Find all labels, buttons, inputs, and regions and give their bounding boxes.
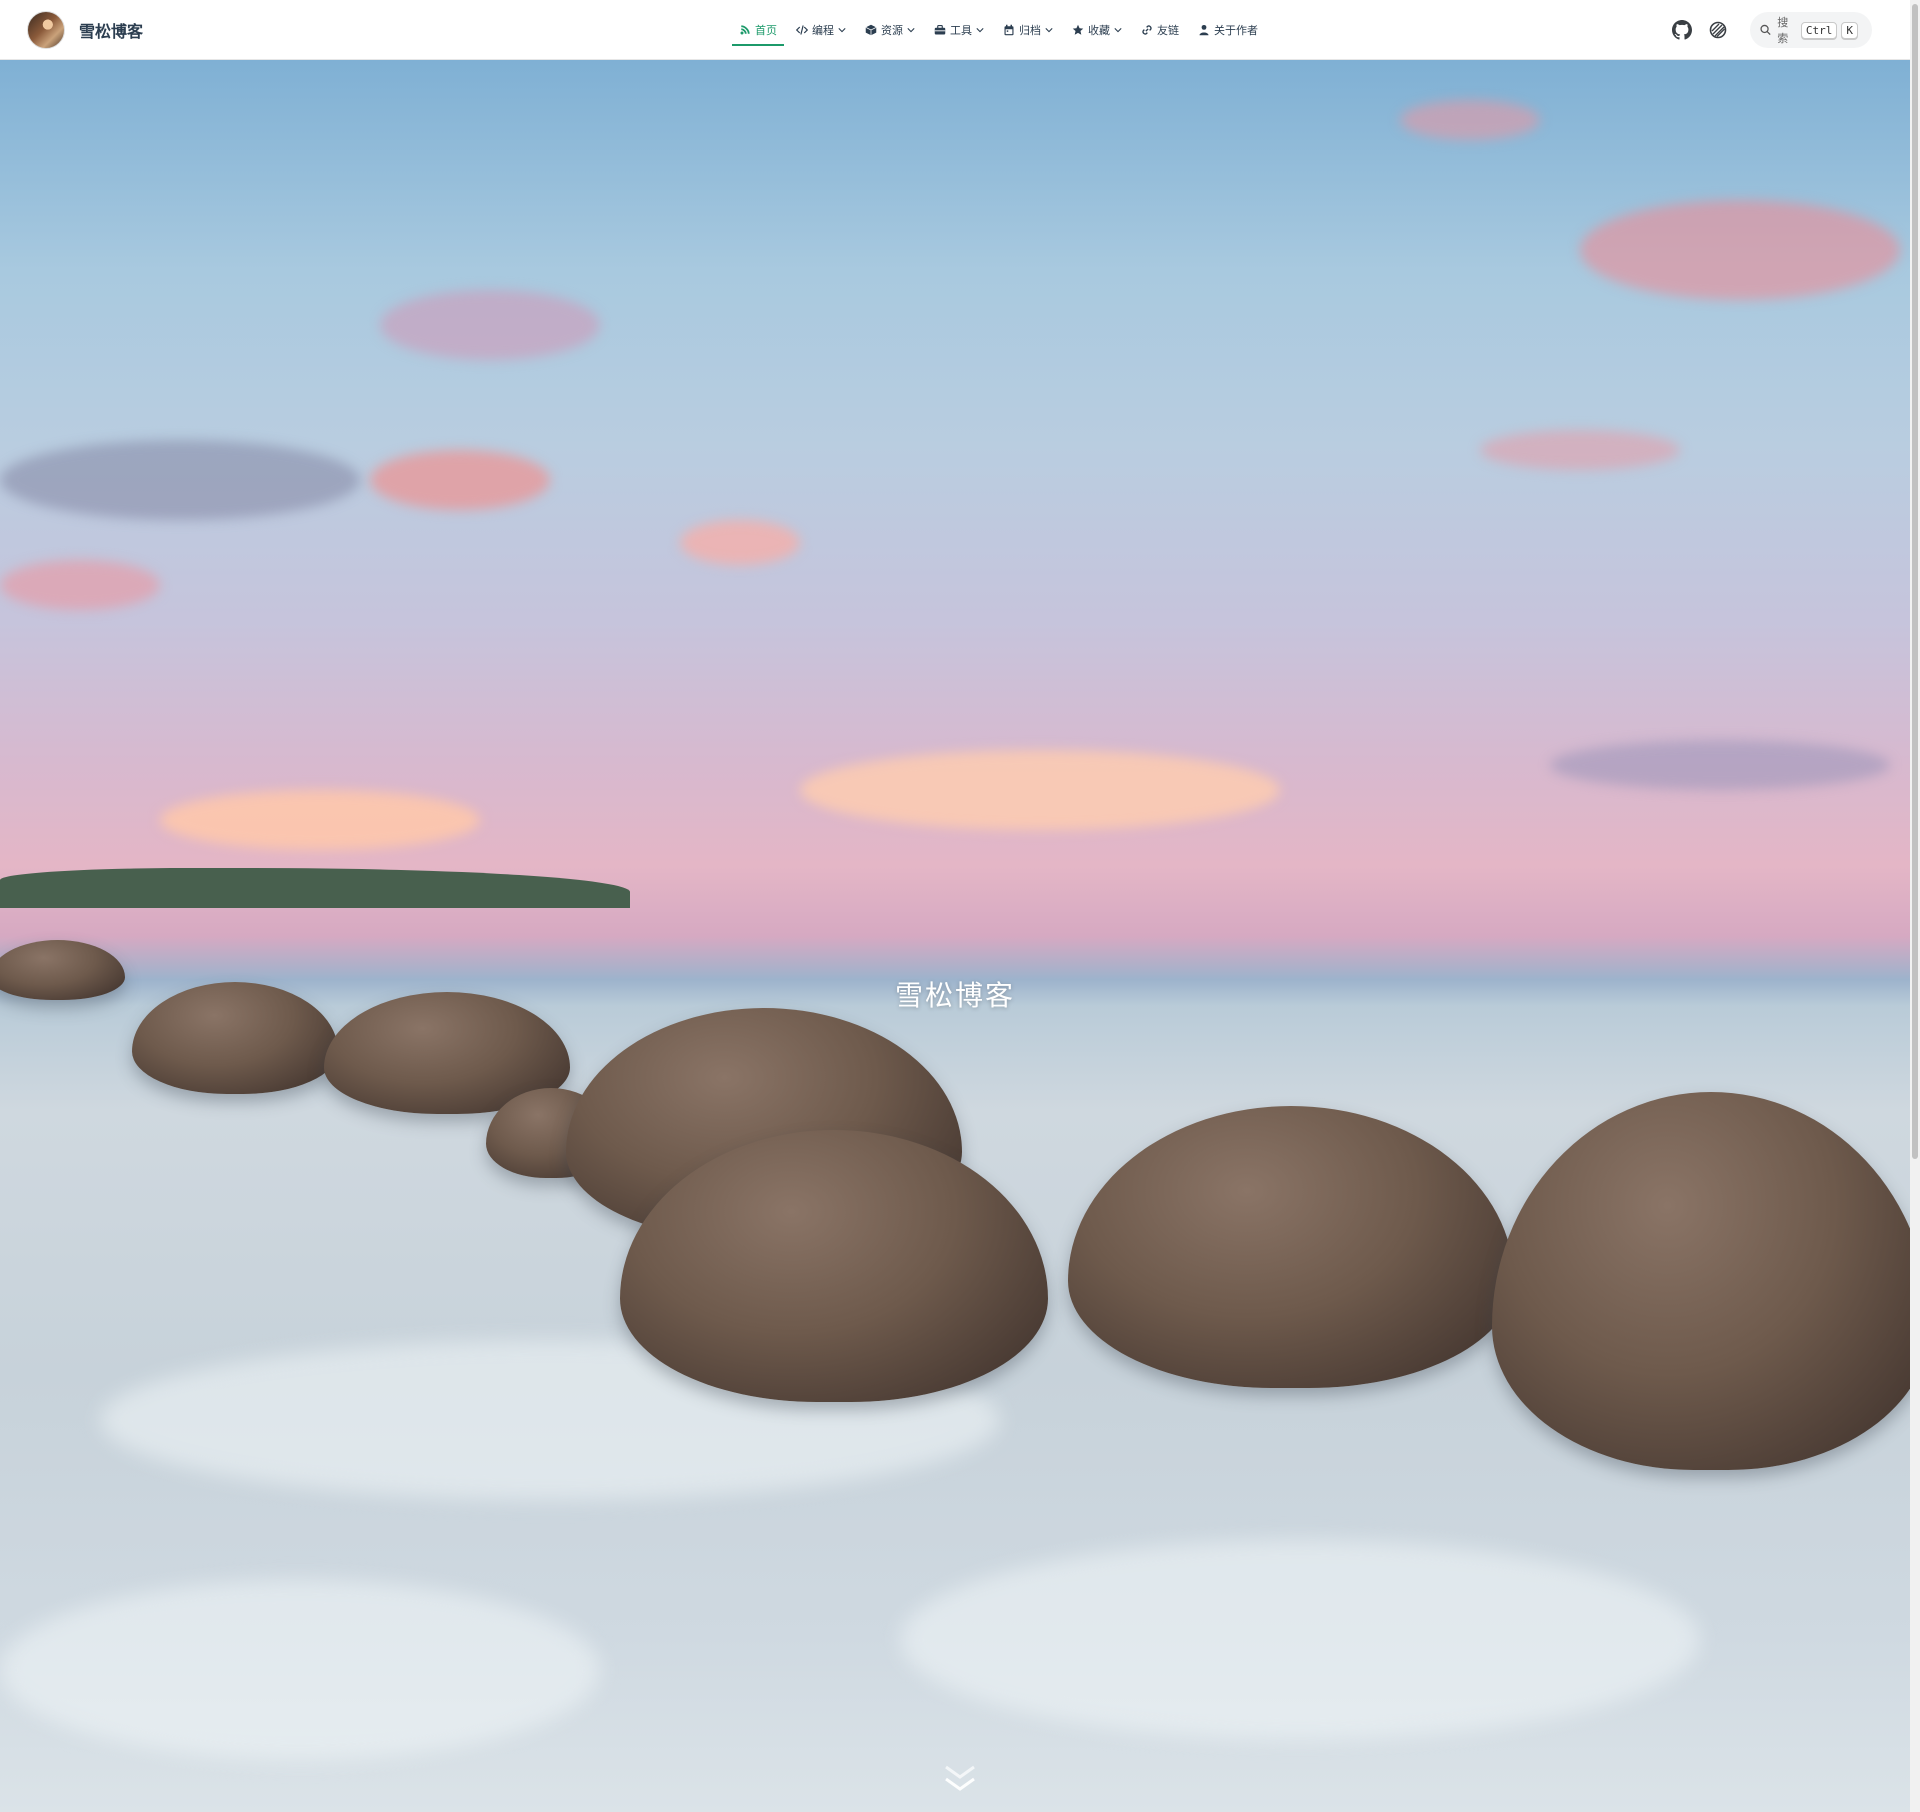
water-foam (900, 1540, 1700, 1740)
nav-item-label: 关于作者 (1214, 24, 1258, 37)
nav-right-tools: 搜索 Ctrl K (1668, 10, 1872, 50)
cube-icon (865, 24, 877, 36)
chevron-down-icon (838, 28, 846, 33)
nav-item-about[interactable]: 关于作者 (1191, 0, 1265, 60)
site-title: 雪松博客 (79, 22, 144, 41)
link-icon (1142, 25, 1152, 35)
nav-item-favorites[interactable]: 收藏 (1065, 0, 1129, 60)
nav-item-label: 编程 (812, 24, 834, 37)
boulder (1492, 1092, 1910, 1470)
chevron-down-icon (1114, 28, 1122, 33)
theme-toggle-icon (1709, 21, 1727, 39)
nav-item-tools[interactable]: 工具 (927, 0, 991, 60)
nav-item-archive[interactable]: 归档 (996, 0, 1060, 60)
chevron-down-icon (1045, 28, 1053, 33)
cloud (1580, 200, 1900, 300)
chevron-down-icon (976, 28, 984, 33)
nav-item-home[interactable]: 首页 (732, 0, 784, 60)
blog-icon (740, 25, 750, 35)
cloud (0, 560, 160, 610)
page-scrollbar-thumb[interactable] (1912, 4, 1918, 1159)
search-placeholder: 搜索 (1777, 16, 1789, 45)
cloud (1480, 430, 1680, 470)
avatar (27, 11, 65, 49)
scroll-down-icon[interactable] (940, 1763, 980, 1797)
cloud (1400, 100, 1540, 140)
brand-link[interactable]: 雪松博客 (27, 11, 143, 49)
nav-item-label: 首页 (755, 24, 777, 37)
user-icon (1199, 24, 1209, 36)
cloud (680, 520, 800, 565)
toolbox-icon (934, 24, 946, 35)
cloud (160, 790, 480, 850)
cloud (380, 290, 600, 360)
nav-item-label: 资源 (881, 24, 903, 37)
top-navbar: 雪松博客 首页 编程 资源 工具 归档 收藏 友链 关于作者 搜索 Ctrl K (0, 0, 1910, 60)
chevron-down-icon (907, 28, 915, 33)
shortcut-key-ctrl: Ctrl (1800, 21, 1838, 39)
cloud (1550, 740, 1890, 790)
cloud (370, 450, 550, 510)
nav-item-resources[interactable]: 资源 (858, 0, 922, 60)
code-icon (796, 25, 808, 35)
hero-banner: 雪松博客 (0, 60, 1910, 1812)
main-nav: 首页 编程 资源 工具 归档 收藏 友链 关于作者 (732, 0, 1270, 60)
shortcut-key-k: K (1841, 21, 1858, 39)
search-button[interactable]: 搜索 Ctrl K (1750, 12, 1872, 48)
calendar-icon (1004, 24, 1014, 36)
nav-item-code[interactable]: 编程 (789, 0, 853, 60)
nav-item-friend-links[interactable]: 友链 (1134, 0, 1186, 60)
cloud (800, 750, 1280, 830)
theme-toggle-button[interactable] (1704, 16, 1732, 44)
nav-item-label: 收藏 (1088, 24, 1110, 37)
cloud (0, 440, 360, 520)
nav-item-label: 归档 (1019, 24, 1041, 37)
github-button[interactable] (1668, 16, 1696, 44)
nav-item-label: 工具 (950, 24, 972, 37)
hero-title: 雪松博客 (894, 979, 1015, 1012)
search-icon (1760, 24, 1771, 36)
star-icon (1072, 24, 1084, 35)
nav-item-label: 友链 (1157, 24, 1179, 37)
boulder (1068, 1106, 1514, 1388)
github-icon (1672, 20, 1692, 40)
distant-hill (0, 868, 630, 908)
water-foam (0, 1580, 600, 1760)
